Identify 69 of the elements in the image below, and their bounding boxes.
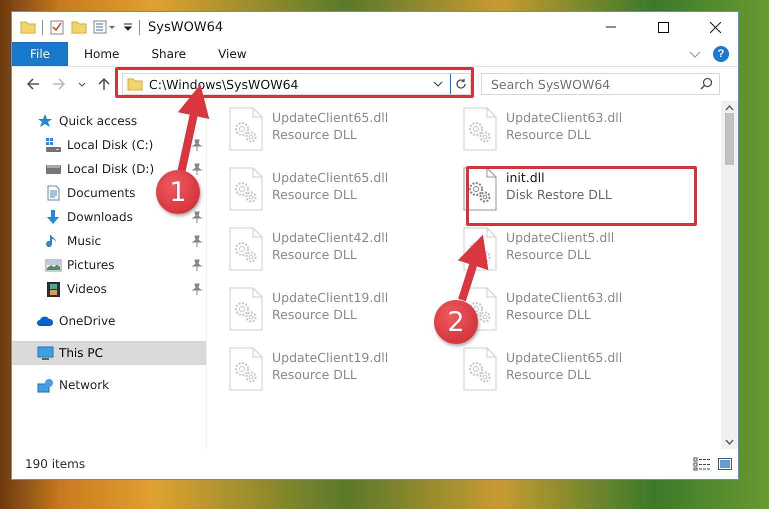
file-type: Resource DLL bbox=[506, 307, 592, 322]
address-bar[interactable]: C:\Windows\SysWOW64 bbox=[122, 73, 471, 95]
picture-icon bbox=[45, 257, 62, 273]
scroll-down-icon[interactable] bbox=[725, 439, 734, 445]
dll-file-icon bbox=[229, 347, 263, 391]
properties-icon bbox=[93, 19, 117, 35]
ribbon-tab[interactable]: View bbox=[202, 42, 263, 66]
checklist-icon bbox=[49, 19, 65, 35]
search-icon bbox=[700, 77, 713, 90]
folder-icon bbox=[71, 19, 87, 35]
file-name[interactable]: init.dll bbox=[506, 170, 612, 185]
arrow bbox=[458, 234, 488, 302]
file-type: Resource DLL bbox=[506, 127, 592, 142]
dll-file-icon bbox=[229, 287, 263, 331]
navigation-item[interactable]: This PC bbox=[59, 346, 103, 360]
document-icon bbox=[45, 185, 62, 201]
close-icon bbox=[710, 22, 720, 32]
navigation-item[interactable]: Music bbox=[67, 234, 102, 248]
navigation-item[interactable]: Pictures bbox=[67, 258, 115, 272]
navigation-item[interactable]: Videos bbox=[67, 282, 107, 296]
folder-icon bbox=[127, 76, 143, 92]
dll-file-icon bbox=[463, 227, 497, 271]
navigation-item[interactable]: Network bbox=[59, 378, 110, 392]
down-arrow-icon bbox=[45, 209, 62, 225]
scroll-up-icon[interactable] bbox=[725, 105, 734, 111]
navigation-item[interactable]: Local Disk (C:) bbox=[67, 138, 154, 152]
caret-icon bbox=[78, 82, 86, 86]
star-icon bbox=[37, 113, 54, 129]
left-arrow-icon bbox=[26, 78, 40, 90]
dll-file-icon bbox=[463, 107, 497, 151]
up-arrow-icon bbox=[98, 77, 110, 91]
monitor-icon bbox=[37, 345, 54, 361]
file-type: Resource DLL bbox=[272, 367, 358, 382]
ribbon-tab[interactable]: File bbox=[12, 42, 68, 66]
network-icon bbox=[37, 377, 54, 393]
search-field[interactable]: Search SysWOW64 bbox=[481, 73, 720, 95]
chevron-icon bbox=[689, 50, 701, 58]
folder-icon bbox=[20, 19, 36, 35]
navigation-item[interactable]: Local Disk (D:) bbox=[67, 162, 154, 176]
drive-icon bbox=[45, 137, 62, 153]
navigation-item[interactable]: Documents bbox=[67, 186, 136, 200]
file-type: Resource DLL bbox=[272, 187, 358, 202]
details-view-icon[interactable] bbox=[693, 457, 711, 471]
file-type: Resource DLL bbox=[272, 127, 358, 142]
right-arrow-icon bbox=[52, 78, 66, 90]
file-type: Resource DLL bbox=[272, 307, 358, 322]
navigation-item[interactable]: Quick access bbox=[59, 114, 138, 128]
scrollbar-thumb[interactable] bbox=[725, 113, 734, 165]
window-title: SysWOW64 bbox=[148, 20, 224, 34]
dll-file-icon bbox=[229, 107, 263, 151]
ribbon-tab[interactable]: Share bbox=[135, 42, 202, 66]
dll-file-icon bbox=[463, 347, 497, 391]
dll-file-icon bbox=[229, 167, 263, 211]
navigation-item[interactable]: Downloads bbox=[67, 210, 133, 224]
file-type: Resource DLL bbox=[272, 247, 358, 262]
ribbon-tab[interactable]: Home bbox=[68, 42, 136, 66]
file-type: Resource DLL bbox=[506, 247, 592, 262]
address-path: C:\Windows\SysWOW64 bbox=[149, 76, 300, 92]
navigation-item[interactable]: OneDrive bbox=[59, 314, 116, 328]
dll-file-icon bbox=[229, 227, 263, 271]
scrollbar[interactable] bbox=[721, 101, 738, 449]
file-type: Disk Restore DLL bbox=[506, 187, 612, 202]
maximize-icon bbox=[658, 22, 668, 32]
item-count: 190 items bbox=[25, 457, 86, 471]
refresh-icon bbox=[454, 78, 466, 90]
film-icon bbox=[45, 281, 62, 297]
file-type: Resource DLL bbox=[506, 367, 592, 382]
large-icons-view-icon[interactable] bbox=[718, 458, 732, 470]
help-button[interactable]: ? bbox=[713, 46, 729, 62]
